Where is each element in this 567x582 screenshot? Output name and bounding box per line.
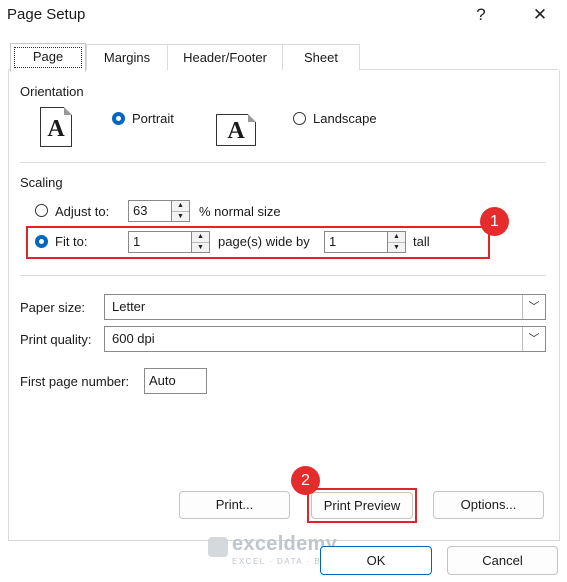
callout-badge-2: 2 xyxy=(291,466,320,495)
print-preview-button[interactable]: Print Preview xyxy=(311,492,413,519)
tab-panel xyxy=(8,70,560,541)
tab-header-footer-label: Header/Footer xyxy=(183,50,267,65)
print-button[interactable]: Print... xyxy=(179,491,290,519)
tab-header-footer[interactable]: Header/Footer xyxy=(167,44,283,70)
tab-margins[interactable]: Margins xyxy=(86,44,168,70)
focus-ring xyxy=(14,47,82,68)
tab-page[interactable]: Page xyxy=(10,43,86,72)
ok-button[interactable]: OK xyxy=(320,546,432,575)
dialog-title: Page Setup xyxy=(7,6,86,23)
tab-sheet-label: Sheet xyxy=(304,50,338,65)
tab-sheet[interactable]: Sheet xyxy=(282,44,360,70)
close-button[interactable]: ✕ xyxy=(522,2,558,28)
exceldemy-logo-icon xyxy=(208,537,228,557)
help-button[interactable]: ? xyxy=(463,2,499,28)
options-button[interactable]: Options... xyxy=(433,491,544,519)
watermark-tagline: EXCEL · DATA · BI xyxy=(232,557,325,566)
tab-margins-label: Margins xyxy=(103,50,151,65)
cancel-button[interactable]: Cancel xyxy=(447,546,558,575)
